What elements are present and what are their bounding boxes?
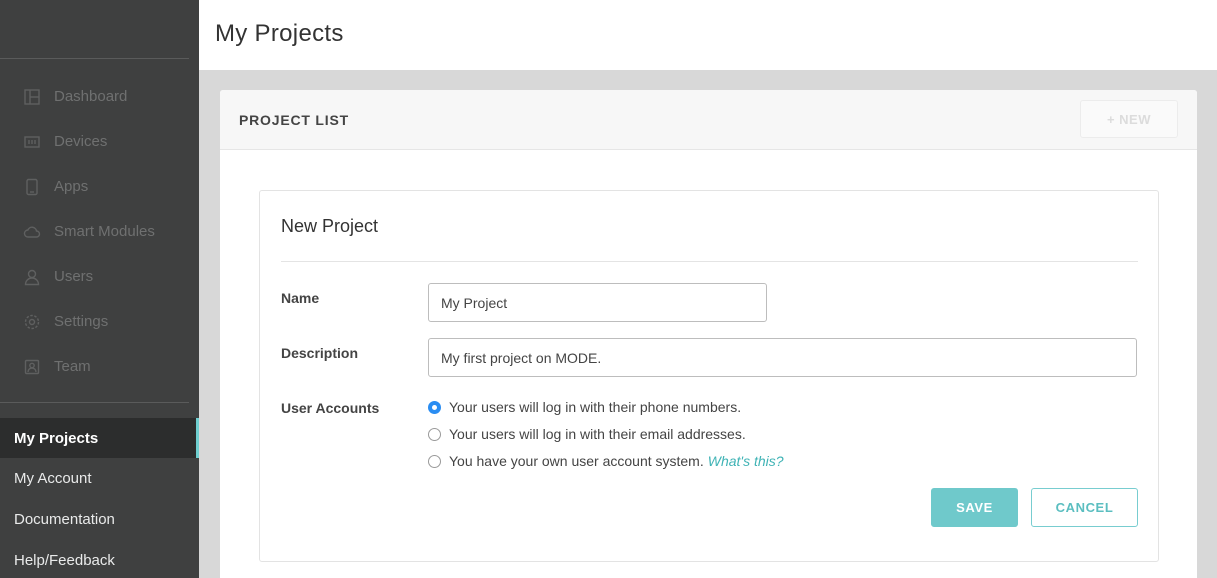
sidebar-item-label: Help/Feedback <box>14 551 115 569</box>
panel-title: PROJECT LIST <box>239 112 349 128</box>
page-title: My Projects <box>215 20 344 47</box>
sidebar-item-label: Documentation <box>14 510 115 528</box>
sidebar-item-label: Dashboard <box>54 88 128 105</box>
radio-option-own-system[interactable]: You have your own user account system. W… <box>428 453 784 469</box>
radio-option-label: Your users will log in with their email … <box>449 426 746 442</box>
devices-icon <box>22 132 42 152</box>
sidebar-item-users[interactable]: Users <box>0 254 199 299</box>
user-icon <box>22 267 42 287</box>
cloud-icon <box>22 222 42 242</box>
sidebar-item-my-projects[interactable]: My Projects <box>0 418 199 458</box>
radio-button[interactable] <box>428 427 441 441</box>
main-content: PROJECT LIST + NEW New Project Name Desc… <box>199 70 1217 578</box>
user-accounts-label: User Accounts <box>281 400 380 416</box>
radio-option-label: You have your own user account system. <box>449 453 704 469</box>
sidebar: Dashboard Devices Apps Smart Modules Use… <box>0 0 199 578</box>
sidebar-item-settings[interactable]: Settings <box>0 299 199 344</box>
sidebar-item-documentation[interactable]: Documentation <box>0 499 199 539</box>
team-icon <box>22 357 42 377</box>
sidebar-divider <box>0 58 189 59</box>
sidebar-item-smart-modules[interactable]: Smart Modules <box>0 209 199 254</box>
sidebar-item-team[interactable]: Team <box>0 344 199 389</box>
new-project-button[interactable]: + NEW <box>1080 100 1178 138</box>
sidebar-item-apps[interactable]: Apps <box>0 164 199 209</box>
radio-option-phone[interactable]: Your users will log in with their phone … <box>428 399 741 415</box>
apps-icon <box>22 177 42 197</box>
radio-option-email[interactable]: Your users will log in with their email … <box>428 426 746 442</box>
form-title: New Project <box>281 216 379 236</box>
sidebar-item-label: Settings <box>54 313 109 330</box>
sidebar-divider <box>0 402 189 403</box>
project-list-panel: PROJECT LIST + NEW New Project Name Desc… <box>220 90 1197 578</box>
sidebar-item-label: Team <box>54 358 91 375</box>
sidebar-item-label: My Projects <box>14 429 99 447</box>
panel-header: PROJECT LIST + NEW <box>220 90 1197 150</box>
radio-button[interactable] <box>428 400 441 414</box>
radio-button[interactable] <box>428 454 441 468</box>
gear-icon <box>22 312 42 332</box>
new-project-form: New Project Name Description User Accoun… <box>259 190 1159 562</box>
form-divider <box>281 261 1138 262</box>
sidebar-item-label: My Account <box>14 469 92 487</box>
sidebar-item-label: Devices <box>54 133 108 150</box>
sidebar-item-help-feedback[interactable]: Help/Feedback <box>0 540 199 578</box>
cancel-button[interactable]: CANCEL <box>1031 488 1138 527</box>
name-label: Name <box>281 290 320 306</box>
whats-this-link[interactable]: What's this? <box>708 453 784 469</box>
sidebar-item-label: Apps <box>54 178 89 195</box>
dashboard-icon <box>22 87 42 107</box>
name-input[interactable] <box>428 283 767 322</box>
description-label: Description <box>281 345 359 361</box>
sidebar-item-label: Smart Modules <box>54 223 155 240</box>
sidebar-item-my-account[interactable]: My Account <box>0 458 199 498</box>
radio-option-label: Your users will log in with their phone … <box>449 399 742 415</box>
save-button[interactable]: SAVE <box>931 488 1018 527</box>
sidebar-item-label: Users <box>54 268 94 285</box>
page-header: My Projects <box>199 0 1217 70</box>
sidebar-item-dashboard[interactable]: Dashboard <box>0 74 199 119</box>
sidebar-item-devices[interactable]: Devices <box>0 119 199 164</box>
description-input[interactable] <box>428 338 1137 377</box>
